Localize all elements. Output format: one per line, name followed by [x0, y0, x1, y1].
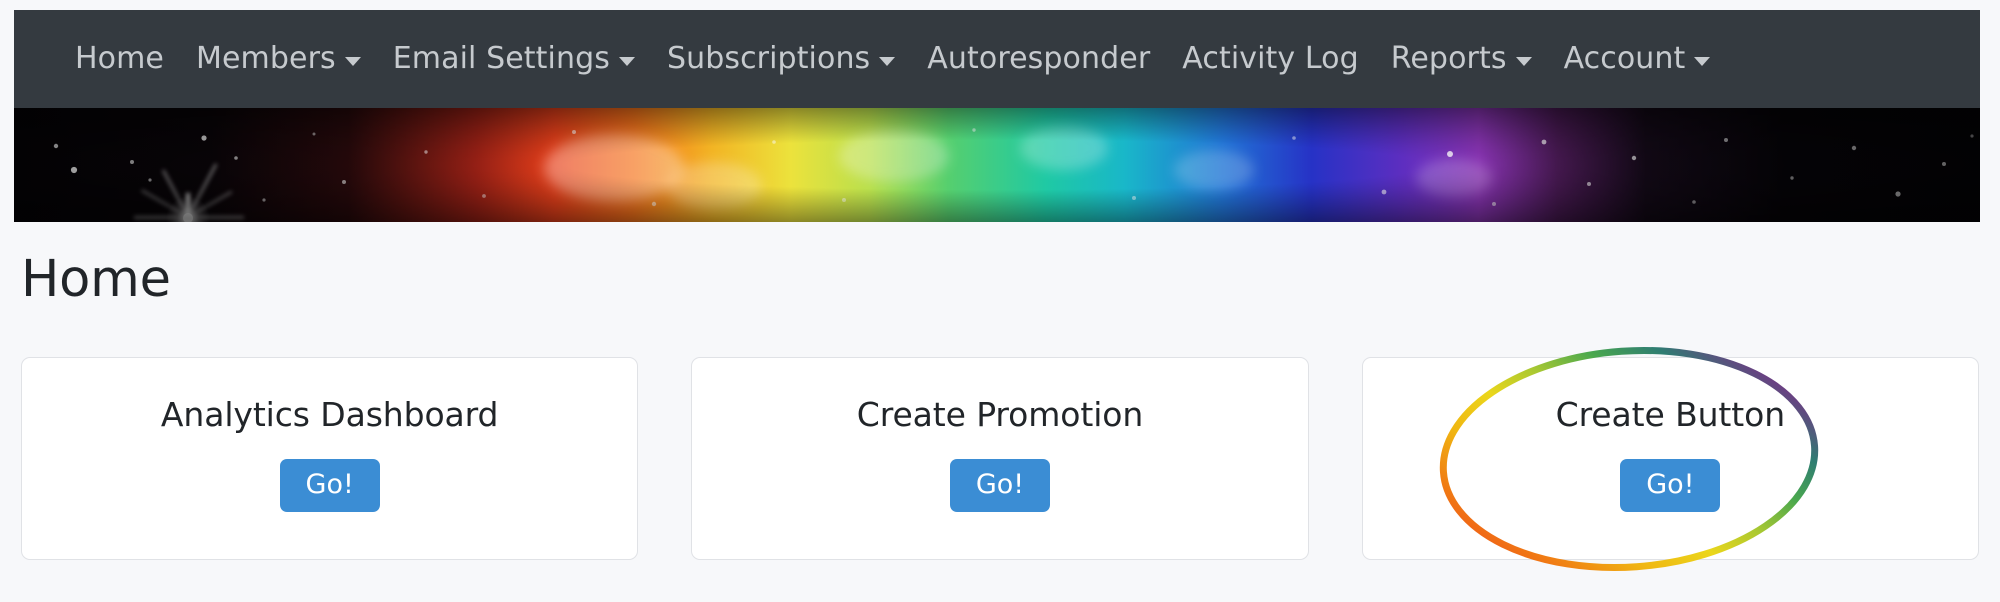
- main-navbar: Home Members Email Settings Subscription…: [14, 10, 1980, 108]
- main-content: Home Analytics Dashboard Go! Create Prom…: [0, 222, 2000, 602]
- card-title: Create Button: [1555, 395, 1786, 434]
- nav-list: Home Members Email Settings Subscription…: [59, 44, 1726, 74]
- nav-item-label: Email Settings: [392, 41, 610, 76]
- card-title: Analytics Dashboard: [160, 395, 499, 434]
- go-button[interactable]: Go!: [279, 458, 380, 512]
- card-row: Analytics Dashboard Go! Create Promotion…: [21, 346, 1979, 572]
- card-create-button[interactable]: Create Button Go!: [1361, 346, 1979, 572]
- nav-item-activity-log[interactable]: Activity Log: [1166, 44, 1375, 74]
- chevron-down-icon: [879, 57, 896, 66]
- nav-item-label: Home: [75, 41, 164, 76]
- card-analytics-dashboard[interactable]: Analytics Dashboard Go!: [21, 357, 639, 560]
- card-create-promotion[interactable]: Create Promotion Go!: [691, 357, 1309, 560]
- chevron-down-icon: [1515, 57, 1532, 66]
- go-button[interactable]: Go!: [949, 458, 1051, 512]
- banner-image: [14, 108, 1980, 222]
- nav-item-label: Members: [196, 41, 336, 76]
- nav-item-label: Subscriptions: [666, 41, 871, 76]
- nav-item-autoresponder[interactable]: Autoresponder: [911, 44, 1166, 74]
- nav-item-label: Reports: [1390, 41, 1507, 76]
- nav-item-members[interactable]: Members: [180, 44, 377, 74]
- nav-item-subscriptions[interactable]: Subscriptions: [651, 44, 911, 74]
- go-button[interactable]: Go!: [1620, 458, 1721, 512]
- nav-item-label: Autoresponder: [927, 41, 1151, 76]
- nav-item-account[interactable]: Account: [1548, 44, 1727, 74]
- nav-item-home[interactable]: Home: [59, 44, 180, 74]
- nav-item-email-settings[interactable]: Email Settings: [377, 44, 651, 74]
- chevron-down-icon: [1694, 57, 1711, 66]
- nav-item-label: Activity Log: [1182, 41, 1359, 76]
- nav-item-label: Account: [1563, 41, 1686, 76]
- page-root: Home Members Email Settings Subscription…: [0, 0, 2000, 602]
- chevron-down-icon: [618, 57, 635, 66]
- nav-item-reports[interactable]: Reports: [1375, 44, 1548, 74]
- page-title: Home: [21, 250, 171, 309]
- chevron-down-icon: [344, 57, 361, 66]
- card-title: Create Promotion: [856, 395, 1144, 434]
